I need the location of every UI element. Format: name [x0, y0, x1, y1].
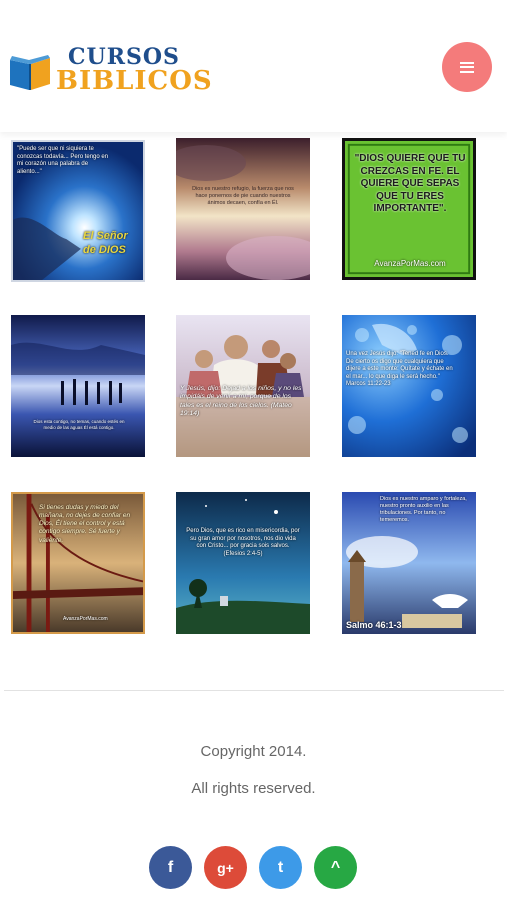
gallery-image-2[interactable]: Dios es nuestro refugio, la fuerza que n…: [176, 138, 310, 280]
gallery-signature-1: El Señor de DIOS: [83, 230, 128, 256]
gallery-caption-8: Pero Dios, que es rico en misericordia, …: [186, 528, 300, 557]
logo-text-cursos: CURSOS: [68, 44, 180, 70]
google-plus-icon: g+: [217, 859, 234, 876]
site-logo[interactable]: CURSOS BIBLICOS: [8, 46, 213, 94]
hamburger-icon: [460, 61, 474, 73]
gallery-image-3[interactable]: "DIOS QUIERE QUE TU CREZCAS EN FE. EL QU…: [342, 138, 476, 280]
gallery-source-3: AvanzaPorMas.com: [374, 259, 446, 268]
open-book-icon: [10, 55, 50, 90]
gallery-reference-9: Salmo 46:1-3: [346, 620, 402, 630]
gallery-caption-6: Una vez Jesús dijo: "Tened fe en Dios. D…: [346, 351, 453, 387]
footer-divider: [4, 690, 504, 691]
logo-text-biblicos: BIBLICOS: [56, 66, 213, 96]
gallery-image-1[interactable]: "Puede ser que ni siquiera te conozcas t…: [11, 140, 145, 282]
back-to-top-button[interactable]: ^: [314, 846, 357, 889]
facebook-icon: f: [167, 858, 174, 876]
gallery-image-6[interactable]: Una vez Jesús dijo: "Tened fe en Dios. D…: [342, 315, 476, 457]
gallery-caption-3: "DIOS QUIERE QUE TU CREZCAS EN FE. EL QU…: [354, 153, 466, 214]
gallery-image-7[interactable]: Si tienes dudas y miedo del mañana, no d…: [11, 492, 145, 634]
twitter-icon: t: [277, 858, 284, 876]
chevron-up-icon: ^: [330, 858, 341, 876]
gallery-caption-9: Dios es nuestro amparo y fortaleza, nues…: [380, 496, 467, 523]
gallery-caption-7: Si tienes dudas y miedo del mañana, no d…: [39, 504, 131, 544]
gallery-caption-4: Dios esta contigo, no temas, cuando esté…: [33, 419, 125, 430]
gallery-caption-5: Y Jesús, dijo: Dejad a los niños, y no l…: [180, 385, 302, 418]
twitter-button[interactable]: t: [259, 846, 302, 889]
gallery-caption-1: "Puede ser que ni siquiera te conozcas t…: [17, 146, 109, 175]
gallery-image-9[interactable]: Dios es nuestro amparo y fortaleza, nues…: [342, 492, 476, 634]
site-header: CURSOS BIBLICOS: [0, 0, 507, 132]
rights-text: All rights reserved.: [191, 780, 316, 797]
gallery-caption-2: Dios es nuestro refugio, la fuerza que n…: [192, 186, 294, 206]
facebook-button[interactable]: f: [149, 846, 192, 889]
google-plus-button[interactable]: g+: [204, 846, 247, 889]
gallery-image-4[interactable]: Dios esta contigo, no temas, cuando esté…: [11, 315, 145, 457]
gallery-image-5[interactable]: Y Jesús, dijo: Dejad a los niños, y no l…: [176, 315, 310, 457]
copyright-text: Copyright 2014.: [200, 743, 307, 760]
gallery-image-8[interactable]: Pero Dios, que es rico en misericordia, …: [176, 492, 310, 634]
hamburger-menu-button[interactable]: [442, 42, 492, 92]
gallery-source-7: AvanzaPorMas.com: [63, 616, 108, 622]
